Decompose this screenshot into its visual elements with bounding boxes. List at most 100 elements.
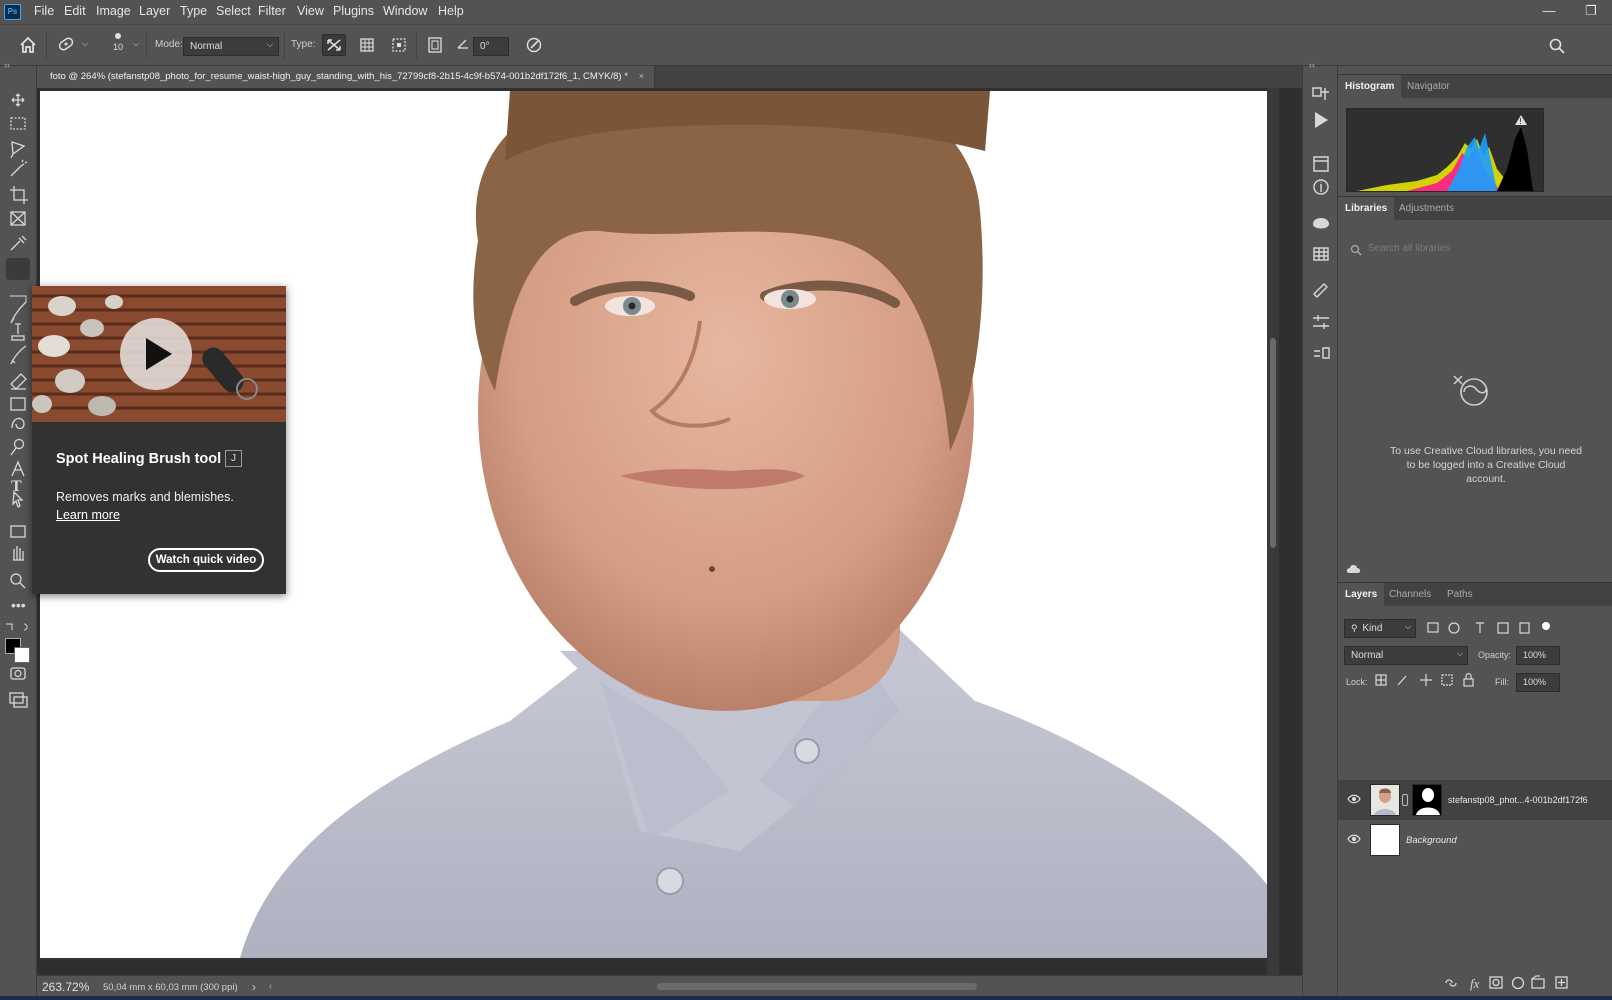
- opacity-input[interactable]: 100%: [1516, 646, 1560, 665]
- menu-bar: Ps File Edit Image Layer Type Select Fil…: [0, 0, 1612, 24]
- content-aware-type-icon[interactable]: [322, 34, 346, 56]
- menu-layer[interactable]: Layer: [139, 4, 170, 18]
- watch-quick-video-button[interactable]: Watch quick video: [148, 548, 264, 572]
- layer-row-background[interactable]: Background: [1338, 820, 1612, 860]
- visibility-eye-icon[interactable]: [1347, 834, 1361, 844]
- search-icon: ⚲: [1351, 623, 1358, 633]
- menu-file[interactable]: File: [34, 4, 54, 18]
- library-search-input[interactable]: Search all libraries: [1346, 238, 1612, 260]
- menu-type[interactable]: Type: [180, 4, 207, 18]
- angle-input[interactable]: 0°: [473, 37, 509, 56]
- layer-mask-thumbnail[interactable]: [1412, 784, 1442, 816]
- menu-filter[interactable]: Filter: [258, 4, 286, 18]
- pressure-size-icon[interactable]: [522, 34, 546, 56]
- background-color-swatch[interactable]: [14, 647, 30, 663]
- zoom-level[interactable]: 263.72%: [42, 980, 89, 994]
- chevron-down-icon[interactable]: ⌵: [133, 39, 139, 49]
- menu-window[interactable]: Window: [383, 4, 427, 18]
- menu-view[interactable]: View: [297, 4, 324, 18]
- tooltip-preview-graphic: [32, 286, 286, 422]
- search-icon[interactable]: [1548, 37, 1566, 55]
- minimize-button[interactable]: —: [1534, 0, 1564, 24]
- layer-name[interactable]: stefanstp08_phot...4-001b2df172f6: [1448, 795, 1588, 805]
- menu-help[interactable]: Help: [438, 4, 464, 18]
- tooltip-description: Removes marks and blemishes.: [56, 490, 234, 504]
- libraries-panel-tabs: Libraries Adjustments: [1338, 196, 1612, 221]
- layer-filter-icons[interactable]: [1424, 620, 1554, 636]
- scroll-left-icon[interactable]: ‹: [269, 981, 272, 991]
- menu-select[interactable]: Select: [216, 4, 251, 18]
- vertical-scrollbar[interactable]: [1267, 88, 1279, 975]
- tab-adjustments[interactable]: Adjustments: [1392, 197, 1461, 221]
- layer-name[interactable]: Background: [1406, 835, 1457, 846]
- tooltip-preview-image[interactable]: [32, 286, 286, 422]
- tool-tooltip: Spot Healing Brush tool J Removes marks …: [32, 286, 286, 594]
- vertical-scrollbar-thumb[interactable]: [1270, 338, 1276, 548]
- mode-select[interactable]: Normal ⌵: [183, 37, 279, 56]
- learn-more-link[interactable]: Learn more: [56, 508, 120, 522]
- svg-text:T: T: [11, 478, 22, 495]
- sample-all-layers-icon[interactable]: [423, 34, 447, 56]
- fill-label: Fill:: [1495, 677, 1509, 687]
- tab-paths[interactable]: Paths: [1440, 583, 1480, 607]
- fill-input[interactable]: 100%: [1516, 673, 1560, 692]
- chevron-down-icon[interactable]: ⌵: [82, 39, 88, 49]
- options-bar: ⌵ 10 ⌵ Mode: Normal ⌵ Type: 0°: [0, 24, 1612, 66]
- chevron-down-icon: ⌵: [266, 40, 273, 49]
- document-tab[interactable]: foto @ 264% (stefanstp08_photo_for_resum…: [40, 66, 656, 88]
- brush-size-picker[interactable]: 10: [108, 33, 128, 53]
- document-size: 50,04 mm x 60,03 mm (300 ppi): [103, 982, 238, 993]
- strip-icons-graphic: [1312, 87, 1330, 359]
- spot-healing-brush-preset-icon[interactable]: [54, 33, 78, 55]
- menu-plugins[interactable]: Plugins: [333, 4, 374, 18]
- restore-button[interactable]: ❐: [1576, 0, 1606, 24]
- mode-label: Mode:: [155, 39, 183, 50]
- tab-histogram[interactable]: Histogram: [1338, 75, 1402, 99]
- lock-icons[interactable]: [1374, 672, 1484, 688]
- right-panels: Histogram Navigator ! Libraries Adjustme…: [1338, 66, 1612, 1000]
- menu-image[interactable]: Image: [96, 4, 131, 18]
- tab-channels[interactable]: Channels: [1382, 583, 1438, 607]
- svg-text:!: !: [1520, 117, 1522, 126]
- tab-libraries[interactable]: Libraries: [1338, 197, 1395, 221]
- proximity-match-icon[interactable]: [387, 34, 411, 56]
- chevron-down-icon: ⌵: [1404, 622, 1411, 631]
- blend-mode-select[interactable]: Normal ⌵: [1344, 646, 1468, 665]
- document-tab-title: foto @ 264% (stefanstp08_photo_for_resum…: [50, 71, 628, 82]
- tooltip-shortcut-key: J: [225, 450, 242, 467]
- create-texture-icon[interactable]: [355, 34, 379, 56]
- layer-thumbnail: [1370, 784, 1400, 816]
- os-taskbar-edge: [0, 996, 1612, 1000]
- menu-edit[interactable]: Edit: [64, 4, 86, 18]
- layers-footer-icons[interactable]: fx: [1442, 974, 1612, 992]
- panel-icon-strip: ‹‹: [1302, 60, 1338, 1000]
- cloud-sync-icon[interactable]: [1346, 563, 1362, 575]
- layer-thumbnail: [1370, 824, 1400, 856]
- opacity-label: Opacity:: [1478, 650, 1512, 660]
- cc-login-message: To use Creative Cloud libraries, you nee…: [1389, 445, 1583, 485]
- lock-label: Lock:: [1346, 677, 1368, 687]
- type-label: Type:: [291, 39, 316, 50]
- creative-cloud-offline-icon: [1448, 372, 1496, 408]
- histogram-graphic: !: [1357, 115, 1533, 191]
- visibility-eye-icon[interactable]: [1347, 794, 1361, 804]
- spot-healing-brush-tool-icon[interactable]: [6, 258, 30, 280]
- angle-icon: [456, 38, 470, 50]
- tooltip-title: Spot Healing Brush tool: [56, 451, 222, 467]
- status-more-arrow[interactable]: ›: [252, 980, 256, 994]
- horizontal-scrollbar-thumb[interactable]: [657, 983, 977, 990]
- close-tab-icon[interactable]: ×: [639, 71, 645, 82]
- layers-panel-tabs: Layers Channels Paths: [1338, 582, 1612, 607]
- layer-mask-link-icon[interactable]: [1402, 794, 1408, 806]
- blend-mode-value: Normal: [1351, 650, 1384, 661]
- svg-text:•••: •••: [11, 597, 26, 613]
- layer-row-photo[interactable]: stefanstp08_phot...4-001b2df172f6: [1338, 780, 1612, 820]
- home-icon[interactable]: [16, 34, 40, 56]
- tab-layers[interactable]: Layers: [1338, 583, 1385, 607]
- document-tab-bar: foto @ 264% (stefanstp08_photo_for_resum…: [40, 66, 1302, 88]
- mode-select-value: Normal: [190, 41, 223, 52]
- brush-size-value: 10: [112, 42, 123, 52]
- chevron-down-icon: ⌵: [1456, 649, 1463, 658]
- tab-navigator[interactable]: Navigator: [1400, 75, 1457, 99]
- layer-kind-filter[interactable]: ⚲ Kind ⌵: [1344, 619, 1416, 638]
